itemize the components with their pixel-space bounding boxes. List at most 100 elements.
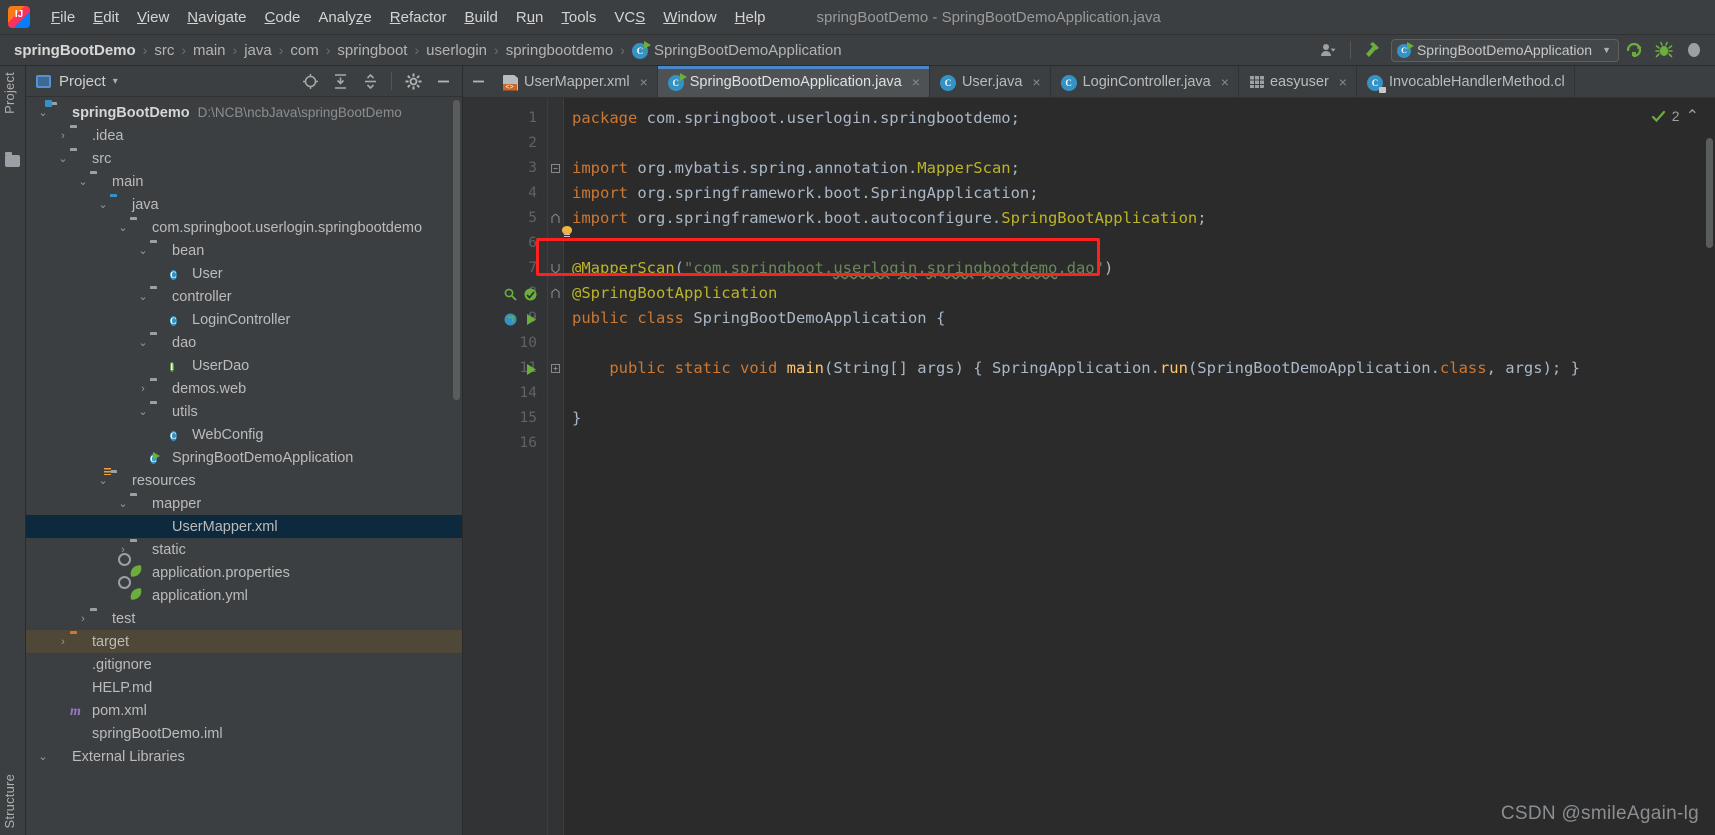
tree-item-utils[interactable]: ⌄ utils — [26, 400, 462, 423]
tree-item-userdao[interactable]: I UserDao — [26, 354, 462, 377]
editor-tab-springbootdemoapplication-java[interactable]: C SpringBootDemoApplication.java × — [657, 66, 930, 97]
fold-region-end-icon[interactable] — [548, 281, 563, 306]
project-tree[interactable]: ⌄ springBootDemo D:\NCB\ncbJava\springBoot… — [26, 97, 462, 768]
chevron-down-icon[interactable]: ⌄ — [36, 106, 50, 119]
hide-editor-icon[interactable] — [463, 66, 493, 97]
menu-refactor[interactable]: Refactor — [381, 6, 456, 29]
expand-all-icon[interactable] — [325, 68, 355, 94]
tree-item-springbootdemoapplication[interactable]: C SpringBootDemoApplication — [26, 446, 462, 469]
user-avatar-icon[interactable] — [1314, 37, 1344, 63]
menu-view[interactable]: View — [128, 6, 178, 29]
menu-help[interactable]: Help — [726, 6, 775, 29]
tree-item-idea[interactable]: › .idea — [26, 124, 462, 147]
tool-window-tab-project[interactable]: Project — [2, 72, 17, 114]
project-scrollbar[interactable] — [453, 100, 460, 400]
chevron-down-icon[interactable]: ⌄ — [96, 198, 110, 211]
tree-item-gitignore[interactable]: .gitignore — [26, 653, 462, 676]
close-icon[interactable]: × — [640, 74, 648, 90]
tree-item-springbootdemo[interactable]: ⌄ springBootDemo D:\NCB\ncbJava\springBoot… — [26, 101, 462, 124]
run-icon[interactable] — [1619, 37, 1649, 63]
chevron-up-icon[interactable]: ⌃ — [1686, 106, 1699, 126]
tree-item-target[interactable]: › target — [26, 630, 462, 653]
chevron-down-icon[interactable]: ⌄ — [76, 175, 90, 188]
chevron-down-icon[interactable]: ⌄ — [96, 474, 110, 487]
tree-item-webconfig[interactable]: C WebConfig — [26, 423, 462, 446]
code-editor[interactable]: 1234567891011141516 −+ package com.sprin… — [463, 98, 1715, 835]
chevron-down-icon[interactable]: ⌄ — [136, 405, 150, 418]
chevron-down-icon[interactable]: ⌄ — [116, 497, 130, 510]
chevron-down-icon[interactable]: ⌄ — [36, 750, 50, 763]
tree-item-main[interactable]: ⌄ main — [26, 170, 462, 193]
editor-tab-usermapper-xml[interactable]: UserMapper.xml × — [493, 66, 658, 97]
breadcrumb-item-1[interactable]: src — [154, 42, 174, 59]
folder-strip-icon[interactable] — [5, 152, 20, 167]
chevron-down-icon[interactable]: ⌄ — [116, 221, 130, 234]
tree-item-java[interactable]: ⌄ java — [26, 193, 462, 216]
tree-item-static[interactable]: › static — [26, 538, 462, 561]
editor-code-content[interactable]: package com.springboot.userlogin.springb… — [564, 98, 1715, 835]
menu-window[interactable]: Window — [654, 6, 725, 29]
inspection-status-widget[interactable]: 2 ⌃ — [1651, 106, 1699, 126]
editor-gutter[interactable]: 1 2 3 4 5 6 7 89 10 11 14 15 16 — [463, 98, 548, 835]
locate-icon[interactable] — [295, 68, 325, 94]
tree-item-usermapper-xml[interactable]: UserMapper.xml — [26, 515, 462, 538]
menu-vcs[interactable]: VCS — [605, 6, 654, 29]
tree-item-demos-web[interactable]: › demos.web — [26, 377, 462, 400]
tree-item-bean[interactable]: ⌄ bean — [26, 239, 462, 262]
editor-scrollbar[interactable] — [1706, 138, 1713, 248]
fold-collapse-icon[interactable]: − — [548, 156, 563, 181]
close-icon[interactable]: × — [1221, 74, 1229, 90]
breadcrumb-item-5[interactable]: springboot — [337, 42, 407, 59]
menu-navigate[interactable]: Navigate — [178, 6, 255, 29]
chevron-down-icon[interactable]: ⌄ — [136, 290, 150, 303]
fold-region-start-icon[interactable] — [548, 256, 563, 281]
menu-build[interactable]: Build — [455, 6, 506, 29]
menu-file[interactable]: File — [42, 6, 84, 29]
intention-bulb-icon[interactable] — [561, 226, 573, 237]
fold-expand-icon[interactable]: + — [548, 356, 563, 381]
tree-item-pom-xml[interactable]: m pom.xml — [26, 699, 462, 722]
hide-panel-icon[interactable] — [428, 68, 458, 94]
close-icon[interactable]: × — [912, 74, 920, 90]
breadcrumb-item-7[interactable]: springbootdemo — [506, 42, 614, 59]
chevron-down-icon[interactable]: ▾ — [113, 76, 118, 87]
tree-item-dao[interactable]: ⌄ dao — [26, 331, 462, 354]
close-icon[interactable]: × — [1032, 74, 1040, 90]
tree-item-help-md[interactable]: HELP.md — [26, 676, 462, 699]
tree-item-controller[interactable]: ⌄ controller — [26, 285, 462, 308]
build-hammer-icon[interactable] — [1357, 37, 1387, 63]
menu-run[interactable]: Run — [507, 6, 553, 29]
tree-item-test[interactable]: › test — [26, 607, 462, 630]
breadcrumb-item-3[interactable]: java — [244, 42, 272, 59]
editor-tab-invocablehandlermethod-class[interactable]: C InvocableHandlerMethod.cl — [1357, 66, 1575, 97]
chevron-right-icon[interactable]: › — [56, 130, 70, 142]
stop-icon[interactable] — [1679, 37, 1709, 63]
run-configuration-selector[interactable]: C SpringBootDemoApplication ▼ — [1390, 38, 1619, 62]
tree-item-resources[interactable]: ⌄ resources — [26, 469, 462, 492]
breadcrumb-item-6[interactable]: userlogin — [426, 42, 487, 59]
breadcrumb-item-0[interactable]: springBootDemo — [14, 42, 136, 59]
tree-item-user[interactable]: C User — [26, 262, 462, 285]
breadcrumb-item-8[interactable]: C SpringBootDemoApplication — [631, 41, 842, 59]
menu-analyze[interactable]: Analyze — [309, 6, 380, 29]
chevron-down-icon[interactable]: ⌄ — [136, 336, 150, 349]
debug-icon[interactable] — [1649, 37, 1679, 63]
breadcrumb-item-2[interactable]: main — [193, 42, 226, 59]
tree-item-com-springboot-userlogin-springbootdemo[interactable]: ⌄ com.springboot.userlogin.springbootdemo — [26, 216, 462, 239]
menu-edit[interactable]: Edit — [84, 6, 128, 29]
chevron-right-icon[interactable]: › — [136, 383, 150, 395]
tree-item-mapper[interactable]: ⌄ mapper — [26, 492, 462, 515]
menu-tools[interactable]: Tools — [552, 6, 605, 29]
tree-item-logincontroller[interactable]: C LoginController — [26, 308, 462, 331]
settings-gear-icon[interactable] — [398, 68, 428, 94]
tree-item-external-libraries[interactable]: ⌄ External Libraries — [26, 745, 462, 768]
editor-tab-easyuser[interactable]: easyuser × — [1239, 66, 1357, 97]
tree-item-springbootdemo-iml[interactable]: springBootDemo.iml — [26, 722, 462, 745]
breadcrumb-item-4[interactable]: com — [290, 42, 318, 59]
menu-code[interactable]: Code — [256, 6, 310, 29]
tree-item-application-yml[interactable]: application.yml — [26, 584, 462, 607]
tool-window-tab-structure[interactable]: Structure — [2, 774, 17, 829]
chevron-right-icon[interactable]: › — [76, 613, 90, 625]
editor-fold-column[interactable]: − + — [548, 98, 564, 835]
tree-item-src[interactable]: ⌄ src — [26, 147, 462, 170]
